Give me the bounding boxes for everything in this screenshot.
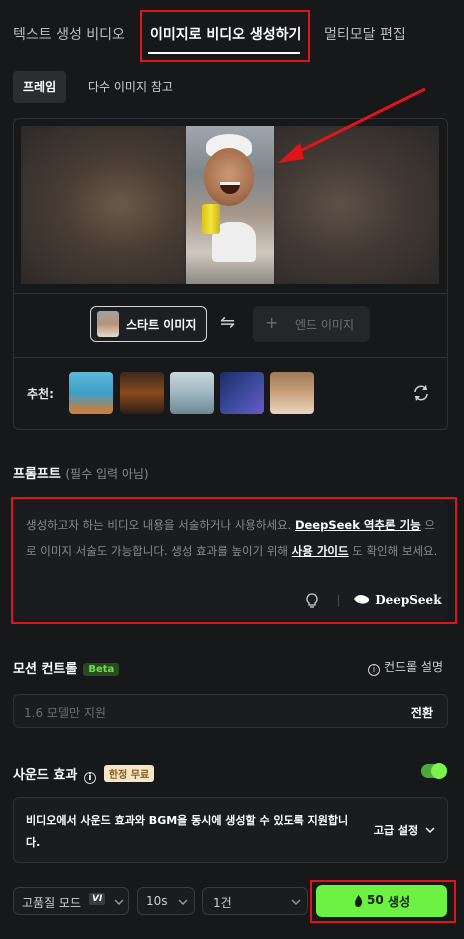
refresh-icon[interactable] bbox=[411, 383, 431, 403]
advanced-settings-label: 고급 설정 bbox=[373, 824, 419, 837]
count-value: 1건 bbox=[213, 896, 232, 910]
chevron-down-icon bbox=[425, 827, 435, 834]
plus-icon: + bbox=[265, 313, 279, 332]
sound-description: 비디오에서 사운드 효과와 BGM을 동시에 생성할 수 있도록 지원합니다. bbox=[26, 814, 349, 849]
motion-title-text: 모션 컨트롤 bbox=[13, 662, 78, 677]
start-image-photo bbox=[186, 126, 274, 284]
recommend-thumb-4[interactable] bbox=[220, 372, 264, 414]
control-info-label: 컨드롤 설명 bbox=[384, 660, 444, 674]
quality-mode-label: 고품질 모드 bbox=[22, 896, 82, 910]
photo-face bbox=[204, 148, 254, 206]
frame-divider-1 bbox=[14, 293, 447, 294]
chevron-down-icon bbox=[178, 899, 188, 905]
photo-can bbox=[202, 204, 220, 234]
annotation-box-generate bbox=[310, 880, 456, 923]
annotation-arrow bbox=[278, 87, 426, 163]
start-image-thumbnail bbox=[97, 311, 119, 337]
recommend-thumb-3[interactable] bbox=[170, 372, 214, 414]
chevron-down-icon bbox=[291, 899, 301, 905]
switch-button[interactable]: 전환 bbox=[411, 704, 433, 721]
recommend-thumb-2[interactable] bbox=[120, 372, 164, 414]
sound-title-text: 사운드 효과 bbox=[13, 768, 78, 783]
prompt-hint: (필수 입력 아님) bbox=[65, 467, 149, 481]
limited-free-badge: 한정 무료 bbox=[103, 765, 155, 782]
toggle-knob bbox=[431, 763, 447, 779]
start-image-button[interactable]: 스타트 이미지 bbox=[90, 306, 207, 342]
annotation-box-tab bbox=[140, 10, 310, 62]
sound-toggle[interactable] bbox=[421, 763, 447, 779]
sound-info-icon[interactable]: i bbox=[83, 772, 96, 784]
recommend-thumb-5[interactable] bbox=[270, 372, 314, 414]
duration-select[interactable]: 10s bbox=[137, 887, 195, 915]
tab-text-to-video[interactable]: 텍스트 생성 비디오 bbox=[13, 24, 125, 44]
quality-badge: VI bbox=[89, 893, 106, 905]
beta-badge: Beta bbox=[83, 663, 120, 676]
motion-placeholder: 1.6 모델만 지원 bbox=[24, 706, 106, 720]
motion-title: 모션 컨트롤 Beta bbox=[13, 658, 120, 677]
control-info-link[interactable]: i 컨드롤 설명 bbox=[368, 658, 443, 676]
swap-icon[interactable]: ⇋ bbox=[220, 312, 235, 333]
subtab-multi-image[interactable]: 다수 이미지 참고 bbox=[78, 71, 183, 103]
info-icon: i bbox=[368, 664, 380, 676]
prompt-title: 프롬프트 (필수 입력 아님) bbox=[13, 463, 149, 482]
end-image-button[interactable]: + 엔드 이미지 bbox=[253, 306, 370, 342]
sound-panel: 비디오에서 사운드 효과와 BGM을 동시에 생성할 수 있도록 지원합니다. … bbox=[13, 797, 448, 863]
start-image-label: 스타트 이미지 bbox=[126, 318, 197, 332]
recommend-label: 추천: bbox=[27, 387, 54, 401]
duration-value: 10s bbox=[146, 894, 168, 908]
advanced-settings-button[interactable]: 고급 설정 bbox=[374, 822, 435, 838]
end-image-label: 엔드 이미지 bbox=[295, 318, 355, 332]
frame-divider-2 bbox=[14, 357, 447, 358]
prompt-title-text: 프롬프트 bbox=[13, 467, 61, 482]
quality-mode-select[interactable]: 고품질 모드 VI bbox=[13, 887, 129, 915]
count-select[interactable]: 1건 bbox=[202, 887, 308, 915]
recommend-thumb-1[interactable] bbox=[69, 372, 113, 414]
motion-control-field[interactable]: 1.6 모델만 지원 전환 bbox=[13, 694, 448, 728]
subtab-frame[interactable]: 프레임 bbox=[13, 71, 67, 103]
tab-multimodal-edit[interactable]: 멀티모달 편집 bbox=[324, 24, 406, 44]
preview-blur-left bbox=[21, 126, 186, 284]
chevron-down-icon bbox=[114, 899, 124, 905]
annotation-box-prompt bbox=[11, 497, 457, 624]
sound-title: 사운드 효과 i 한정 무료 bbox=[13, 764, 155, 784]
